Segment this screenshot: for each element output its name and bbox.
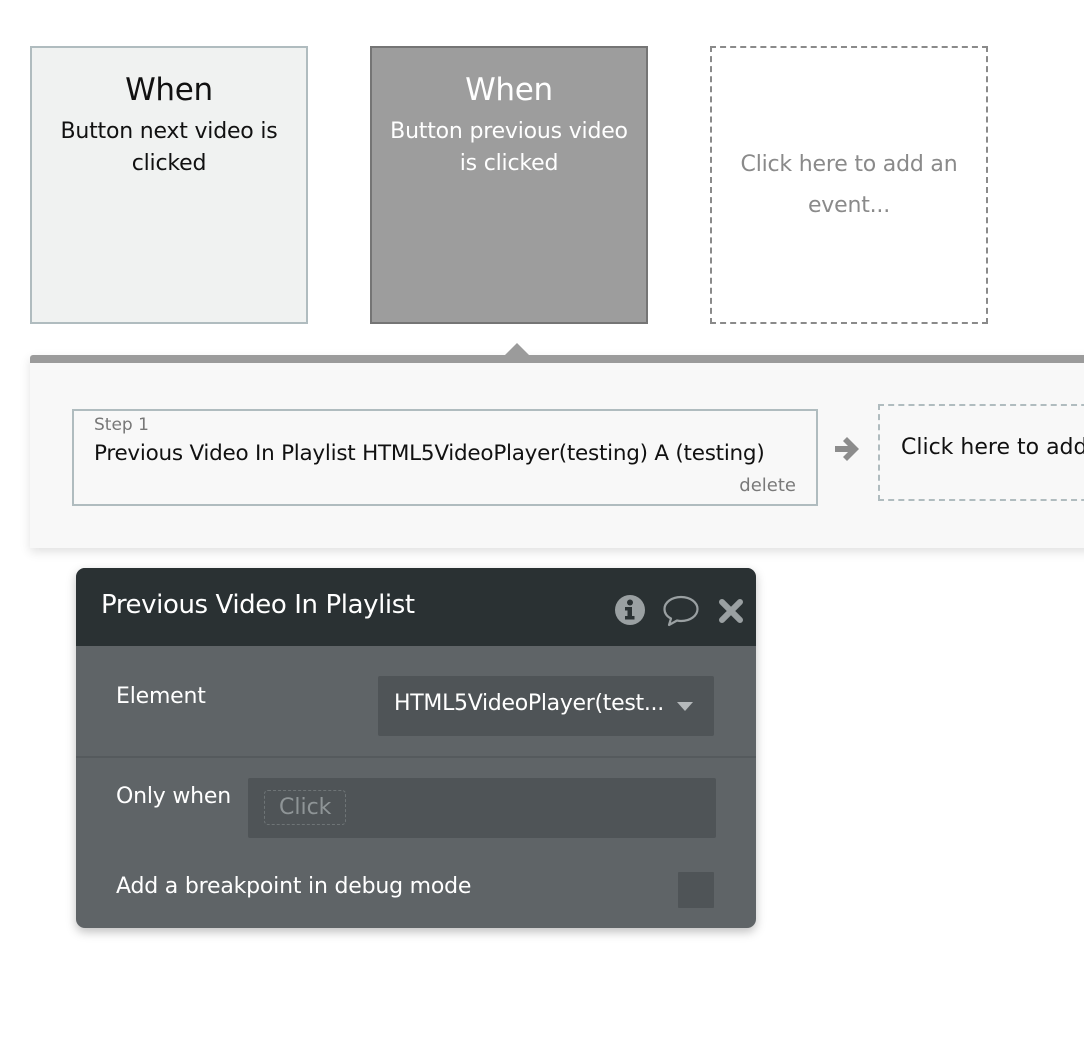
only-when-click-placeholder[interactable]: Click	[264, 790, 347, 825]
step-number-label: Step 1	[94, 415, 149, 435]
step-title: Previous Video In Playlist HTML5VideoPla…	[94, 441, 765, 466]
property-editor-header[interactable]: Previous Video In Playlist	[76, 568, 756, 646]
event-card-next-video[interactable]: When Button next video is clicked	[30, 46, 308, 324]
arrow-right-icon	[835, 437, 859, 461]
add-event-label: Click here to add an event...	[740, 152, 958, 218]
event-description: Button previous video is clicked	[390, 119, 628, 176]
comment-icon[interactable]	[662, 594, 700, 628]
add-action-button[interactable]: Click here to add an action...	[878, 404, 1084, 501]
element-field-row: Element HTML5VideoPlayer(test...	[76, 646, 756, 758]
element-dropdown-value: HTML5VideoPlayer(test...	[394, 691, 664, 716]
workflow-steps-panel: Step 1 Previous Video In Playlist HTML5V…	[30, 343, 1084, 548]
property-editor-title: Previous Video In Playlist	[101, 590, 415, 620]
add-event-button[interactable]: Click here to add an event...	[710, 46, 988, 324]
steps-panel-top-bar	[30, 355, 1084, 363]
add-action-label: Click here to add an action...	[901, 435, 1084, 460]
element-label: Element	[116, 684, 206, 709]
close-icon[interactable]	[718, 598, 744, 624]
only-when-field-row: Only when Click	[76, 758, 756, 848]
breakpoint-label: Add a breakpoint in debug mode	[116, 874, 472, 899]
element-dropdown[interactable]: HTML5VideoPlayer(test...	[378, 676, 714, 736]
only-when-input[interactable]: Click	[248, 778, 716, 838]
step-delete-link[interactable]: delete	[739, 475, 796, 496]
info-icon[interactable]	[614, 594, 646, 626]
event-description: Button next video is clicked	[60, 119, 278, 176]
workflow-step-1[interactable]: Step 1 Previous Video In Playlist HTML5V…	[72, 409, 818, 506]
chevron-down-icon	[677, 702, 693, 711]
breakpoint-checkbox[interactable]	[678, 872, 714, 908]
action-property-editor: Previous Video In Playlist Element HTML5…	[76, 568, 756, 928]
event-card-previous-video[interactable]: When Button previous video is clicked	[370, 46, 648, 324]
only-when-label: Only when	[116, 784, 231, 809]
breakpoint-field-row: Add a breakpoint in debug mode	[76, 850, 756, 920]
event-heading: When	[125, 72, 213, 108]
workflow-editor-canvas: When Button next video is clicked When B…	[0, 0, 1084, 1058]
selected-event-pointer	[504, 343, 530, 356]
event-heading: When	[465, 72, 553, 108]
